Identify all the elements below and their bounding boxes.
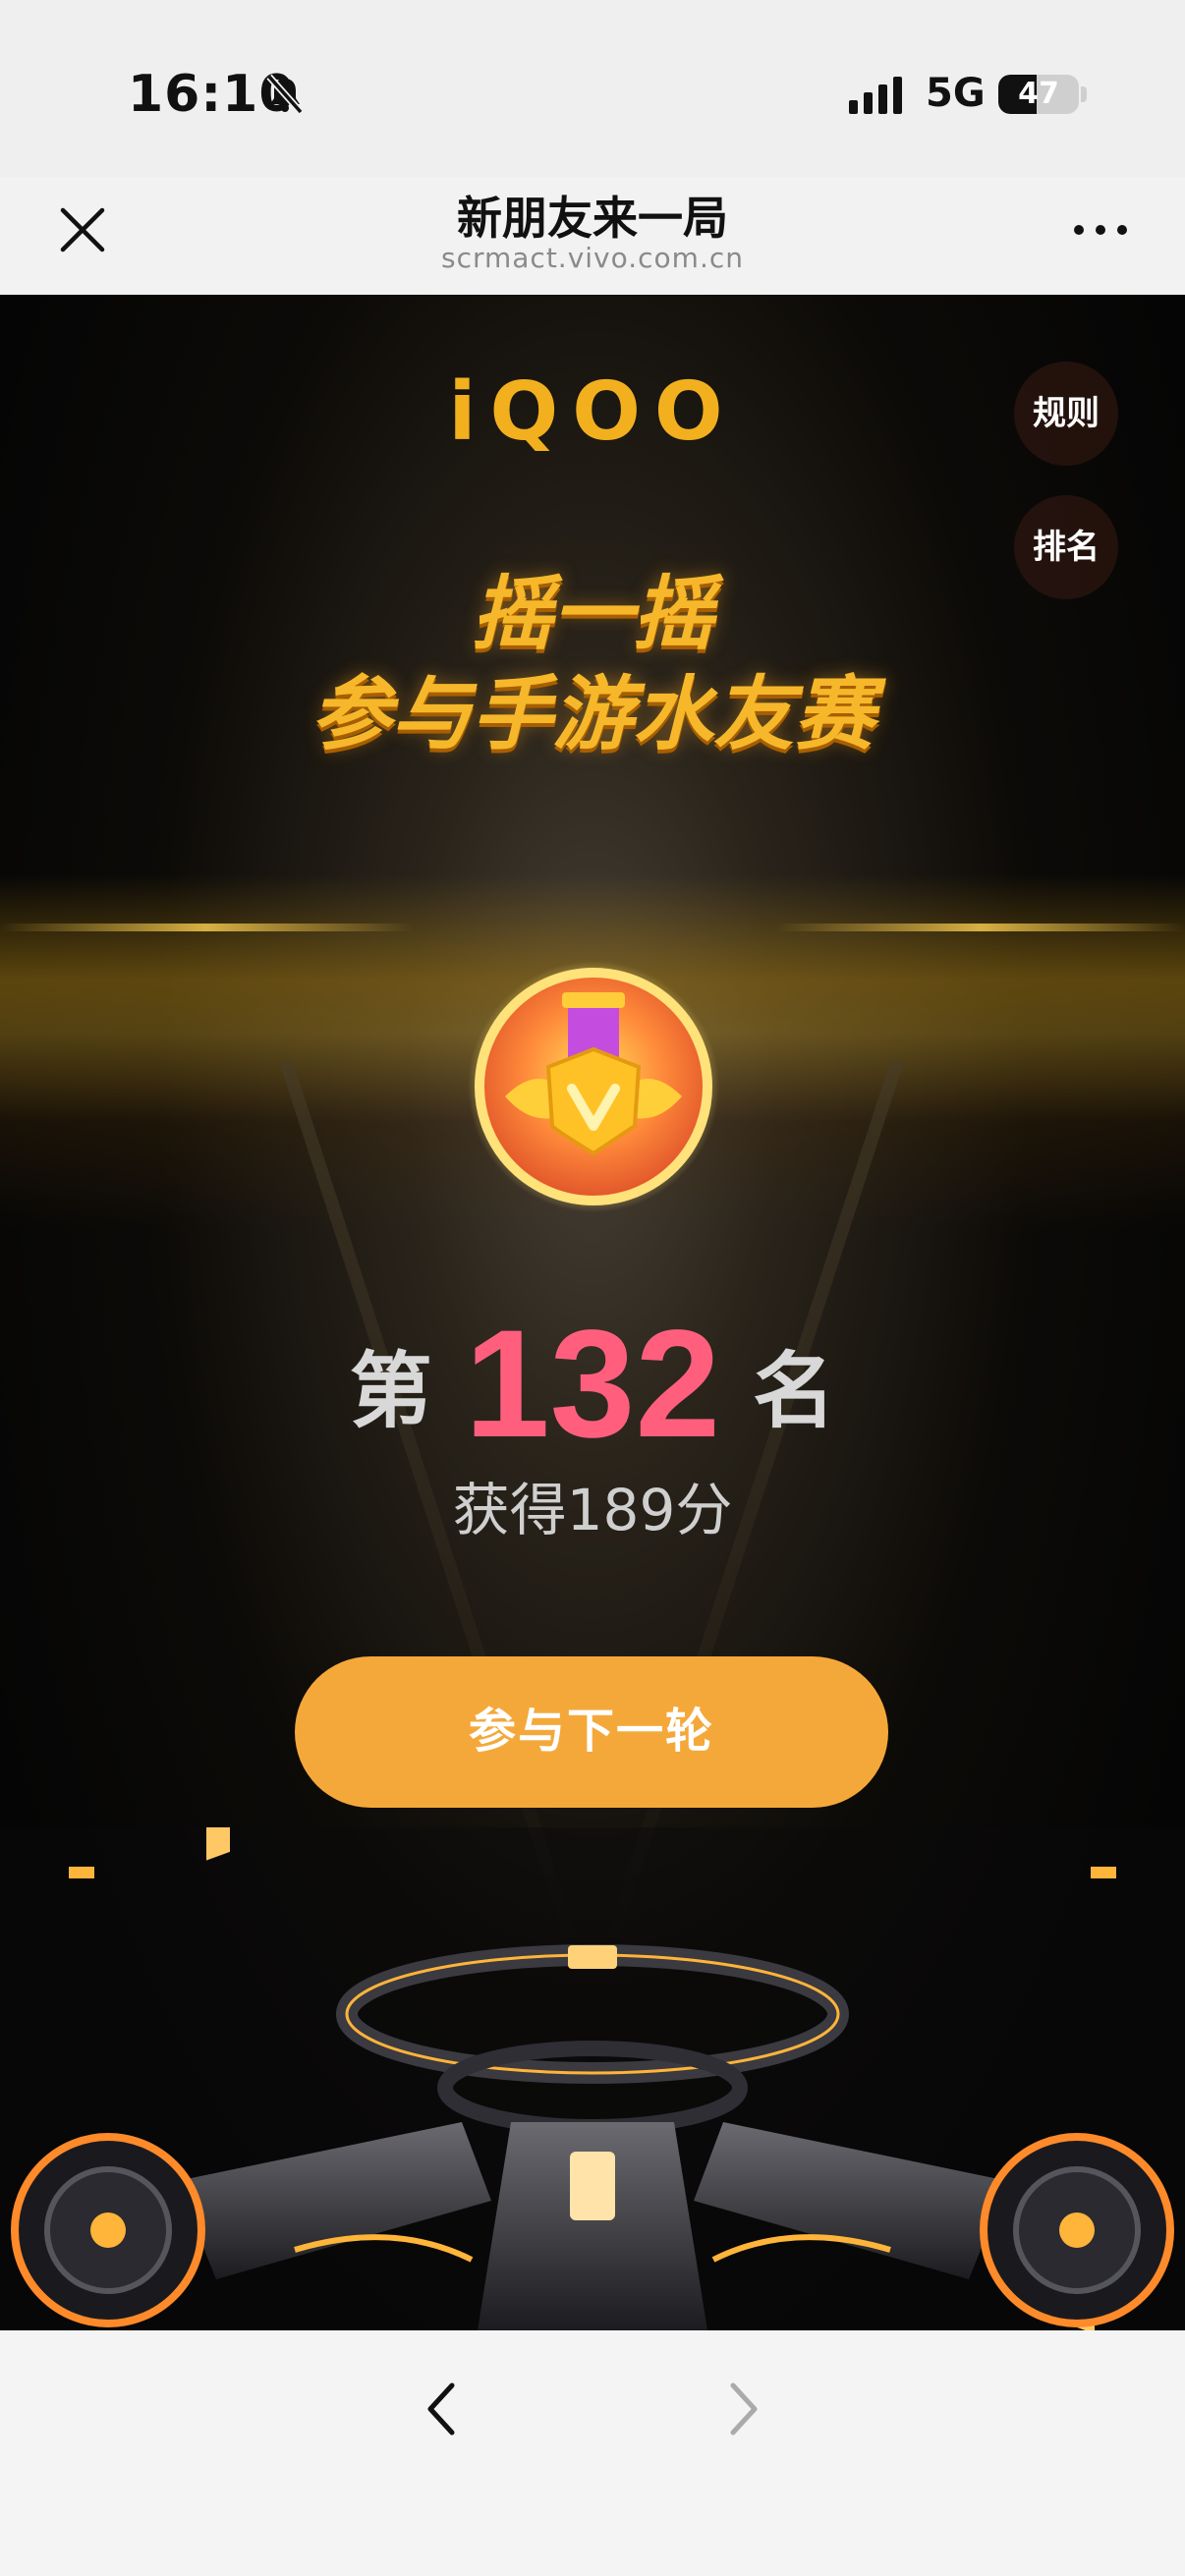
network-type: 5G	[926, 71, 986, 116]
battery-icon: 47	[998, 75, 1079, 114]
more-icon[interactable]	[1071, 222, 1130, 238]
activity-page: iQOO 规则 排名 摇一摇 参与手游水友赛 第 132 名 获得189分 参与…	[0, 295, 1185, 2330]
page-url: scrmact.vivo.com.cn	[440, 242, 744, 274]
rules-button[interactable]: 规则	[1014, 362, 1118, 466]
bell-muted-icon	[266, 74, 304, 115]
robot-machine-illustration	[0, 1827, 1185, 2330]
status-bar: 16:10 5G 47 新朋友来一局 scrmact.vivo.com.cn	[0, 0, 1185, 274]
back-arrow-icon[interactable]	[423, 2380, 462, 2438]
score-text: 获得189分	[452, 1477, 733, 1543]
light-streak-right	[776, 924, 1185, 931]
battery-cap	[1081, 86, 1087, 102]
rank-number: 132	[464, 1299, 721, 1470]
rank-line: 第 132 名	[0, 1297, 1185, 1473]
signal-icon	[849, 77, 902, 114]
bottom-navigation	[0, 2330, 1185, 2576]
headline-line2: 参与手游水友赛	[310, 668, 875, 761]
light-streak-left	[0, 924, 413, 931]
next-round-button[interactable]: 参与下一轮	[295, 1656, 888, 1808]
forward-arrow-icon[interactable]	[723, 2380, 762, 2438]
rank-prefix: 第	[349, 1343, 432, 1439]
page-title: 新朋友来一局	[457, 192, 728, 245]
brand-logo: iQOO	[448, 365, 737, 459]
medal-icon	[468, 961, 719, 1212]
rank-suffix: 名	[753, 1343, 836, 1439]
battery-level: 47	[1018, 77, 1059, 111]
